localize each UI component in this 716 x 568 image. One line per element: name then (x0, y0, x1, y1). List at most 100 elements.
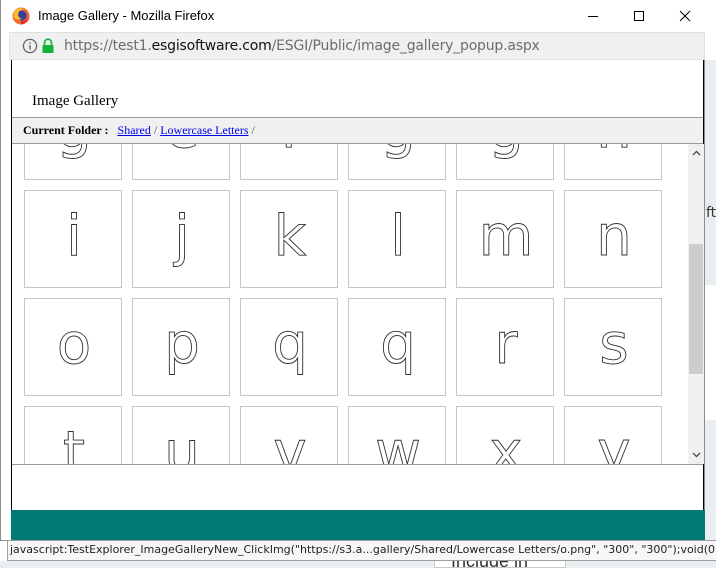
address-bar[interactable]: https://test1.esgisoftware.com/ESGI/Publ… (9, 32, 705, 60)
letter-image: w (375, 420, 422, 464)
gallery-tile-f[interactable]: f (240, 144, 338, 180)
gallery-tile-p[interactable]: p (132, 298, 230, 396)
scroll-thumb[interactable] (689, 244, 703, 374)
maximize-icon (634, 11, 644, 21)
letter-image: e (164, 144, 199, 161)
letter-glyph: k (274, 204, 307, 269)
breadcrumb-lowercase-letters-link[interactable]: Lowercase Letters (160, 123, 248, 137)
gallery-tile-r[interactable]: r (456, 298, 554, 396)
letter-image: q (272, 312, 308, 378)
minimize-button[interactable] (570, 0, 616, 32)
letter-glyph: g (380, 144, 416, 161)
background-page-bottom (0, 561, 716, 568)
letter-glyph: w (375, 420, 421, 464)
gallery-tile-w[interactable]: w (348, 406, 446, 464)
gallery-tile-o[interactable]: o (24, 298, 122, 396)
letter-glyph: f (280, 144, 301, 161)
chevron-up-icon (692, 150, 700, 156)
status-bar-link-preview: javascript:TestExplorer_ImageGalleryNew_… (7, 540, 716, 561)
letter-glyph: g (488, 144, 524, 161)
letter-glyph: h (596, 144, 632, 161)
gallery-tile-n[interactable]: n (564, 190, 662, 288)
letter-image: x (489, 420, 523, 464)
letter-glyph: p (164, 312, 200, 377)
gallery-tile-y[interactable]: y (564, 406, 662, 464)
background-page-edge: ft (704, 60, 716, 568)
letter-image: v (273, 420, 307, 464)
letter-glyph: t (63, 420, 85, 464)
gallery-tile-h[interactable]: h (564, 144, 662, 180)
gallery-tile-g[interactable]: g (24, 144, 122, 180)
letter-image: u (164, 420, 200, 464)
letter-image: g (488, 144, 524, 161)
letter-image: p (164, 312, 200, 378)
gallery-tile-t[interactable]: t (24, 406, 122, 464)
letter-glyph: s (599, 312, 628, 377)
letter-image: n (596, 204, 632, 270)
info-icon[interactable] (22, 38, 38, 54)
letter-image: j (172, 204, 190, 270)
letter-image: l (390, 204, 406, 270)
page-title: Image Gallery (32, 93, 119, 109)
letter-glyph: x (489, 420, 522, 464)
close-button[interactable] (662, 0, 708, 32)
footer-area (12, 464, 703, 510)
gallery-tile-k[interactable]: k (240, 190, 338, 288)
gallery-tile-s[interactable]: s (564, 298, 662, 396)
letter-glyph: g (56, 144, 92, 161)
letter-glyph: r (494, 312, 518, 377)
scroll-down-button[interactable] (688, 446, 704, 464)
letter-glyph: l (390, 204, 406, 269)
letter-image: m (478, 204, 534, 270)
gallery-tile-g[interactable]: g (456, 144, 554, 180)
letter-image: i (66, 204, 82, 270)
breadcrumb-shared-link[interactable]: Shared (118, 123, 151, 137)
letter-image: g (380, 144, 416, 161)
gallery-tile-i[interactable]: i (24, 190, 122, 288)
letter-glyph: n (596, 204, 632, 269)
lock-icon[interactable] (41, 38, 55, 54)
gallery-tile-u[interactable]: u (132, 406, 230, 464)
current-folder-label: Current Folder : (23, 123, 109, 137)
letter-glyph: u (164, 420, 200, 464)
maximize-button[interactable] (616, 0, 662, 32)
letter-glyph: m (479, 204, 534, 269)
letter-glyph: y (597, 420, 630, 464)
gallery-tile-e[interactable]: e (132, 144, 230, 180)
gallery-tile-g[interactable]: g (348, 144, 446, 180)
breadcrumb-separator: / (251, 123, 255, 137)
title-bar[interactable]: Image Gallery - Mozilla Firefox (1, 0, 705, 32)
letter-image: o (56, 312, 91, 378)
letter-glyph: i (66, 204, 82, 269)
gallery-tile-v[interactable]: v (240, 406, 338, 464)
letter-glyph: o (57, 312, 91, 377)
breadcrumb: Current Folder : Shared / Lowercase Lett… (12, 117, 703, 144)
gallery-scrollbar[interactable] (688, 144, 704, 464)
letter-image: r (494, 312, 519, 378)
gallery-tile-m[interactable]: m (456, 190, 554, 288)
background-text-fragment: ft (706, 205, 716, 221)
letter-image: q (380, 312, 416, 378)
scroll-up-button[interactable] (688, 144, 704, 162)
gallery-tile-q[interactable]: q (348, 298, 446, 396)
letter-image: s (599, 312, 629, 378)
letter-image: y (597, 420, 631, 464)
breadcrumb-separator: / (153, 123, 158, 137)
image-grid: g e f g g h i j k l mn o p q q r s t u v w x y (12, 144, 688, 464)
letter-glyph: q (380, 312, 416, 377)
letter-image: t (63, 420, 86, 464)
letter-glyph: q (272, 312, 308, 377)
window-title: Image Gallery - Mozilla Firefox (38, 8, 215, 23)
firefox-icon (12, 7, 30, 25)
gallery-tile-l[interactable]: l (348, 190, 446, 288)
teal-footer-bar (11, 510, 705, 541)
letter-glyph: j (172, 204, 190, 269)
close-icon (679, 10, 691, 22)
letter-image: h (596, 144, 632, 161)
gallery-tile-x[interactable]: x (456, 406, 554, 464)
letter-image: g (56, 144, 92, 161)
minimize-icon (588, 16, 598, 17)
gallery-tile-j[interactable]: j (132, 190, 230, 288)
page-content: Image Gallery Current Folder : Shared / … (11, 60, 704, 510)
gallery-tile-q[interactable]: q (240, 298, 338, 396)
